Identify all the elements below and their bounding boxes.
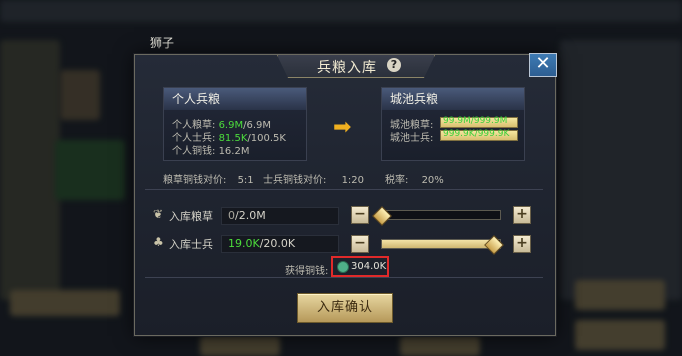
soldiers-decrease-button[interactable]: − bbox=[351, 235, 369, 253]
city-supplies-panel: 城池兵粮 城池粮草: 99.9M/999.9M 城池士兵: 999.9K/999… bbox=[381, 87, 525, 161]
divider bbox=[145, 277, 543, 278]
grain-copper-rate-label: 粮草铜钱对价: bbox=[163, 175, 227, 186]
copper-gain-value: 304.0K bbox=[351, 261, 387, 272]
deposit-grain-label: 入库粮草 bbox=[169, 210, 213, 223]
soldiers-increase-button[interactable]: + bbox=[513, 235, 531, 253]
grain-decrease-button[interactable]: − bbox=[351, 206, 369, 224]
soldiers-slider-fill bbox=[382, 240, 495, 248]
background-name-label: 狮子 bbox=[150, 36, 175, 50]
grain-deposit-dialog: 兵粮入库 ? ✕ 个人兵粮 个人粮草: 6.9M/6.9M 个人士兵: 81.5… bbox=[134, 53, 557, 336]
tax-rate: 税率: 20% bbox=[385, 171, 444, 186]
help-icon[interactable]: ? bbox=[387, 58, 401, 72]
close-button[interactable]: ✕ bbox=[529, 53, 557, 77]
personal-copper-value: 16.2M bbox=[218, 146, 250, 157]
city-soldiers-value: 999.9K/999.9K bbox=[443, 129, 510, 139]
grain-copper-rate-value: 5:1 bbox=[237, 175, 254, 186]
copper-gain-label: 获得铜钱: bbox=[285, 266, 329, 277]
grain-copper-rate: 粮草铜钱对价: 5:1 bbox=[163, 171, 254, 186]
deposit-soldiers-max: /20.0K bbox=[259, 237, 296, 250]
deposit-grain-current: 0 bbox=[228, 209, 235, 222]
city-grain-bar: 99.9M/999.9M bbox=[440, 116, 518, 128]
grain-slider[interactable] bbox=[381, 210, 501, 220]
city-supplies-header: 城池兵粮 bbox=[382, 88, 524, 110]
city-soldiers-bar: 999.9K/999.9K bbox=[440, 129, 518, 141]
city-soldiers-label: 城池士兵: bbox=[390, 133, 434, 144]
divider bbox=[145, 189, 543, 190]
deposit-soldiers-current: 19.0K bbox=[228, 237, 260, 250]
personal-supplies-panel: 个人兵粮 个人粮草: 6.9M/6.9M 个人士兵: 81.5K/100.5K … bbox=[163, 87, 307, 161]
grain-increase-button[interactable]: + bbox=[513, 206, 531, 224]
deposit-grain-input[interactable]: 0/2.0M bbox=[221, 207, 339, 225]
confirm-deposit-button[interactable]: 入库确认 bbox=[297, 293, 393, 323]
tax-rate-label: 税率: bbox=[385, 175, 409, 186]
copper-coin-icon bbox=[337, 261, 349, 273]
city-grain-value: 99.9M/999.9M bbox=[443, 116, 508, 126]
grain-icon: ❦ bbox=[153, 207, 164, 221]
soldier-copper-rate-value: 1:20 bbox=[341, 175, 365, 186]
soldier-icon: ♣ bbox=[153, 235, 164, 249]
deposit-soldiers-input[interactable]: 19.0K/20.0K bbox=[221, 235, 339, 253]
personal-soldiers-max: /100.5K bbox=[247, 133, 286, 144]
dialog-title: 兵粮入库 bbox=[317, 60, 377, 76]
deposit-soldiers-label: 入库士兵 bbox=[169, 238, 213, 251]
personal-copper-row: 个人铜钱: 16.2M bbox=[172, 142, 249, 157]
deposit-grain-max: /2.0M bbox=[235, 209, 266, 222]
soldier-copper-rate-label: 士兵铜钱对价: bbox=[263, 175, 327, 186]
transfer-arrow-icon: ➡ bbox=[333, 115, 352, 140]
personal-supplies-header: 个人兵粮 bbox=[164, 88, 306, 110]
soldiers-slider[interactable] bbox=[381, 239, 501, 249]
tax-rate-value: 20% bbox=[421, 175, 444, 186]
soldier-copper-rate: 士兵铜钱对价: 1:20 bbox=[263, 171, 364, 186]
personal-copper-label: 个人铜钱: bbox=[172, 146, 216, 157]
